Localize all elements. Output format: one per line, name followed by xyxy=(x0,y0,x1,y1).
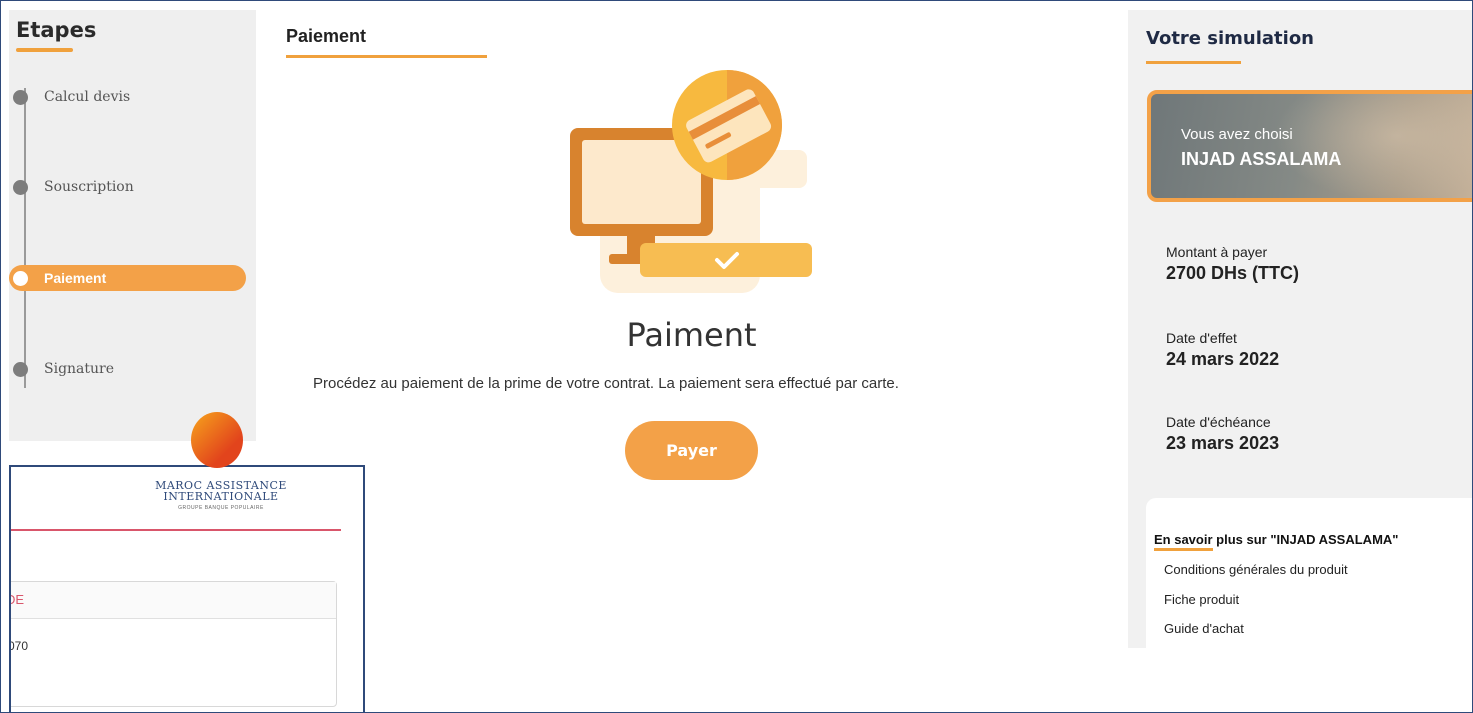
simulation-title: Votre simulation xyxy=(1146,28,1314,49)
more-info-rest: plus sur "INJAD ASSALAMA" xyxy=(1212,532,1399,547)
steps-panel: Etapes Calcul devis Souscription Paiemen… xyxy=(9,10,256,441)
link-conditions-generales[interactable]: Conditions générales du produit xyxy=(1164,562,1348,577)
steps-title: Etapes xyxy=(16,18,97,42)
steps-title-underline xyxy=(16,48,73,52)
step-dot-icon xyxy=(13,179,28,195)
amount-value: 2700 DHs (TTC) xyxy=(1166,263,1300,283)
expiry-date-label: Date d'échéance xyxy=(1166,414,1271,430)
overlay-window: MAROC ASSISTANCE INTERNATIONALE GROUPE B… xyxy=(9,465,365,713)
step-signature[interactable]: Signature xyxy=(13,356,114,382)
more-info-box: En savoir plus sur "INJAD ASSALAMA" Cond… xyxy=(1146,498,1473,648)
family-photo xyxy=(1253,94,1473,198)
mai-card-value: 070 xyxy=(9,639,29,653)
mai-card-header: DE xyxy=(11,582,336,619)
step-dot-icon xyxy=(13,270,28,286)
step-paiement-active[interactable]: Paiement xyxy=(9,265,246,291)
amount-label: Montant à payer xyxy=(1166,244,1268,260)
mai-info-card: DE 070 xyxy=(9,581,337,707)
step-label: Calcul devis xyxy=(44,89,131,105)
step-label: Signature xyxy=(44,361,115,377)
step-label: Paiement xyxy=(44,270,107,286)
section-title: Paiement xyxy=(286,26,367,46)
step-dot-icon xyxy=(13,361,28,377)
more-info-title: En savoir plus sur "INJAD ASSALAMA" xyxy=(1154,532,1398,547)
step-label: Souscription xyxy=(44,179,134,195)
pay-button[interactable]: Payer xyxy=(625,421,758,480)
more-info-keyword: En savoir xyxy=(1154,532,1213,547)
expiry-date-value: 23 mars 2023 xyxy=(1166,433,1280,453)
effect-date-value: 24 mars 2022 xyxy=(1166,349,1280,369)
effect-date-label: Date d'effet xyxy=(1166,330,1237,346)
chosen-prefix: Vous avez choisi xyxy=(1181,126,1293,143)
mai-logo-line2: INTERNATIONALE xyxy=(163,490,279,503)
mai-logo-emblem-icon xyxy=(191,412,243,468)
section-title-underline xyxy=(286,55,487,58)
mai-logo: MAROC ASSISTANCE INTERNATIONALE xyxy=(151,480,291,502)
payment-illustration-icon xyxy=(570,70,812,293)
chosen-product-name: INJAD ASSALAMA xyxy=(1181,149,1342,169)
mai-logo-subtitle: GROUPE BANQUE POPULAIRE xyxy=(178,505,264,511)
link-fiche-produit[interactable]: Fiche produit xyxy=(1164,592,1239,607)
step-souscription[interactable]: Souscription xyxy=(13,174,134,200)
chosen-product-card: Vous avez choisi INJAD ASSALAMA xyxy=(1147,90,1473,202)
step-dot-icon xyxy=(13,89,28,105)
simulation-title-underline xyxy=(1146,61,1241,64)
mai-divider xyxy=(11,529,341,531)
simulation-panel: Votre simulation Vous avez choisi INJAD … xyxy=(1128,10,1473,648)
step-calcul-devis[interactable]: Calcul devis xyxy=(13,84,130,110)
payment-description: Procédez au paiement de la prime de votr… xyxy=(313,375,899,392)
link-guide-achat[interactable]: Guide d'achat xyxy=(1164,621,1244,636)
